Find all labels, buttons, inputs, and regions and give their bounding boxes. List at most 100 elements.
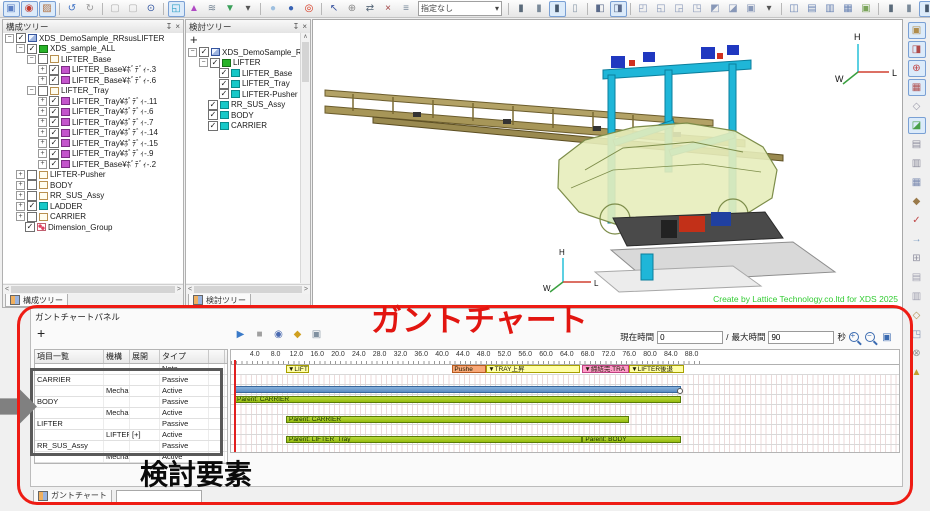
checkbox[interactable]: ✓ — [49, 107, 59, 117]
view-edit-icon[interactable]: ▨ — [39, 1, 56, 17]
checkbox[interactable] — [27, 170, 37, 180]
expander-icon[interactable]: + — [38, 128, 47, 137]
expander-icon[interactable]: − — [199, 58, 208, 67]
milestone-label[interactable]: ▼締結完.TRA — [582, 365, 629, 373]
shade-smooth-icon[interactable]: ▮ — [513, 1, 530, 17]
checkbox[interactable]: ✓ — [219, 89, 229, 99]
delete-icon[interactable]: × — [380, 1, 397, 17]
checkbox[interactable]: ✓ — [49, 159, 59, 169]
expander-icon[interactable]: − — [5, 34, 14, 43]
table-row[interactable]: Mecha...Active — [35, 386, 227, 397]
expander-icon[interactable]: + — [38, 97, 47, 106]
snap-icon[interactable]: ⊕ — [344, 1, 361, 17]
checkbox[interactable]: ✓ — [49, 117, 59, 127]
column-header[interactable]: タイプ — [160, 350, 209, 363]
tree-item[interactable]: +BODY — [3, 180, 183, 191]
checkbox[interactable]: ✓ — [49, 138, 59, 148]
scroll-right-icon[interactable]: > — [304, 286, 308, 293]
column-header[interactable] — [209, 350, 225, 363]
panel-check-icon[interactable]: ✓ — [908, 212, 926, 229]
mode-edge-icon[interactable]: ▮ — [919, 1, 930, 17]
panel-section-icon[interactable]: ◪ — [908, 117, 926, 134]
checkbox[interactable] — [38, 86, 48, 96]
sphere-blue-icon[interactable]: ● — [283, 1, 300, 17]
checkbox[interactable] — [38, 54, 48, 64]
panel-frame-icon[interactable]: ▤ — [908, 136, 926, 153]
view-iso-icon[interactable]: ▣ — [743, 1, 760, 17]
expander-icon[interactable]: + — [38, 160, 47, 169]
shade-edge-icon[interactable]: ▮ — [549, 1, 566, 17]
shade-wire-icon[interactable]: ▯ — [567, 1, 584, 17]
checkbox[interactable]: ✓ — [219, 79, 229, 89]
expander-icon[interactable]: − — [16, 44, 25, 53]
gantt-chart[interactable]: 4.08.012.016.020.024.028.032.036.040.044… — [230, 349, 900, 453]
panel-cart-icon[interactable]: ◇ — [908, 307, 926, 324]
max-time-input[interactable] — [768, 331, 834, 344]
select-part-icon[interactable]: ▲ — [186, 1, 203, 17]
mode-hidden-icon[interactable]: ▮ — [901, 1, 918, 17]
gantt-bar[interactable]: Parent: BODY — [582, 436, 681, 443]
view-bottom-icon[interactable]: ◪ — [725, 1, 742, 17]
expander-icon[interactable]: + — [38, 76, 47, 85]
panel-process-icon[interactable]: ▦ — [908, 79, 926, 96]
tree-item[interactable]: +✓LIFTER_Base¥ﾎﾞﾃﾞｨ-.3 — [3, 65, 183, 76]
gantt-bar[interactable]: Parent: CARRIER — [234, 396, 681, 403]
column-header[interactable]: 展開 — [130, 350, 160, 363]
expander-icon[interactable]: + — [38, 107, 47, 116]
tree-item[interactable]: ✓BODY — [186, 110, 310, 121]
panel-tool-icon[interactable]: ◆ — [908, 193, 926, 210]
checkbox[interactable]: ✓ — [49, 75, 59, 85]
tree-item[interactable]: ✓LIFTER_Base — [186, 68, 310, 79]
table-row[interactable]: Note — [35, 364, 227, 375]
tree-item[interactable]: −✓XDS_sample_ALL — [3, 44, 183, 55]
animation-export-button[interactable]: ◉ — [270, 327, 288, 342]
expander-icon[interactable]: + — [16, 212, 25, 221]
table-row[interactable]: RR_SUS_AssyPassive — [35, 441, 227, 452]
checkbox[interactable]: ✓ — [49, 149, 59, 159]
checkbox[interactable] — [27, 212, 37, 222]
selection-filter-combo[interactable]: 指定なし▾ — [418, 1, 502, 16]
scroll-left-icon[interactable]: < — [188, 286, 192, 293]
tree-item[interactable]: +✓LADDER — [3, 201, 183, 212]
viewport-3d[interactable]: H L W H L W Create by Lattice Technology… — [312, 19, 903, 308]
tree-item[interactable]: ✓CARRIER — [186, 121, 310, 132]
structure-hscrollbar[interactable]: < > — [3, 284, 183, 294]
checkbox[interactable]: ✓ — [27, 44, 37, 54]
sphere-red-icon[interactable]: ◎ — [301, 1, 318, 17]
checkbox[interactable]: ✓ — [199, 47, 209, 57]
redo-icon[interactable]: ↻ — [82, 1, 99, 17]
view-top-icon[interactable]: ◩ — [707, 1, 724, 17]
scroll-thumb[interactable] — [302, 42, 309, 82]
zoom-in-icon[interactable] — [849, 332, 859, 342]
expander-icon[interactable]: + — [38, 118, 47, 127]
sphere-light-icon[interactable]: ● — [265, 1, 282, 17]
expander-icon[interactable]: + — [38, 139, 47, 148]
view-right-icon[interactable]: ◳ — [689, 1, 706, 17]
gantt-bar[interactable]: Parent: LIFTER_Tray — [286, 436, 582, 443]
layout-horiz-icon[interactable]: ▦ — [840, 1, 857, 17]
milestone-label[interactable]: ▼TRAY上昇 — [486, 365, 580, 373]
zoom-out-icon[interactable] — [865, 332, 875, 342]
tree-item[interactable]: +✓LIFTER_Tray¥ﾎﾞﾃﾞｨ-.6 — [3, 107, 183, 118]
tree-item[interactable]: +✓LIFTER_Tray¥ﾎﾞﾃﾞｨ-.15 — [3, 138, 183, 149]
panel-film2-icon[interactable]: ▥ — [908, 288, 926, 305]
tree-item[interactable]: +✓LIFTER_Tray¥ﾎﾞﾃﾞｨ-.9 — [3, 149, 183, 160]
checkbox[interactable] — [27, 180, 37, 190]
report-button[interactable]: ◆ — [289, 327, 307, 342]
checkbox[interactable] — [27, 191, 37, 201]
table-row[interactable]: LIFTERPassive — [35, 419, 227, 430]
swap-icon[interactable]: ⇄ — [362, 1, 379, 17]
tab-gantt-chart[interactable]: ガントチャート — [33, 490, 112, 503]
view-left-icon[interactable]: ◲ — [671, 1, 688, 17]
select-menu-icon[interactable]: ▾ — [240, 1, 257, 17]
tree-item[interactable]: +✓LIFTER_Base¥ﾎﾞﾃﾞｨ-.6 — [3, 75, 183, 86]
view-camera-icon[interactable]: ◉ — [21, 1, 38, 17]
panel-move-icon[interactable]: → — [908, 231, 926, 248]
view-front-icon[interactable]: ◰ — [635, 1, 652, 17]
current-time-input[interactable] — [657, 331, 723, 344]
panel-film-icon[interactable]: ▤ — [908, 269, 926, 286]
tree-item[interactable]: −✓XDS_DemoSample_RRsusLIFTER — [3, 33, 183, 44]
tab-structure-tree[interactable]: 構成ツリー — [5, 294, 68, 307]
play-button[interactable]: ▶ — [232, 327, 250, 342]
panel-gantt-icon[interactable]: ▦ — [908, 174, 926, 191]
